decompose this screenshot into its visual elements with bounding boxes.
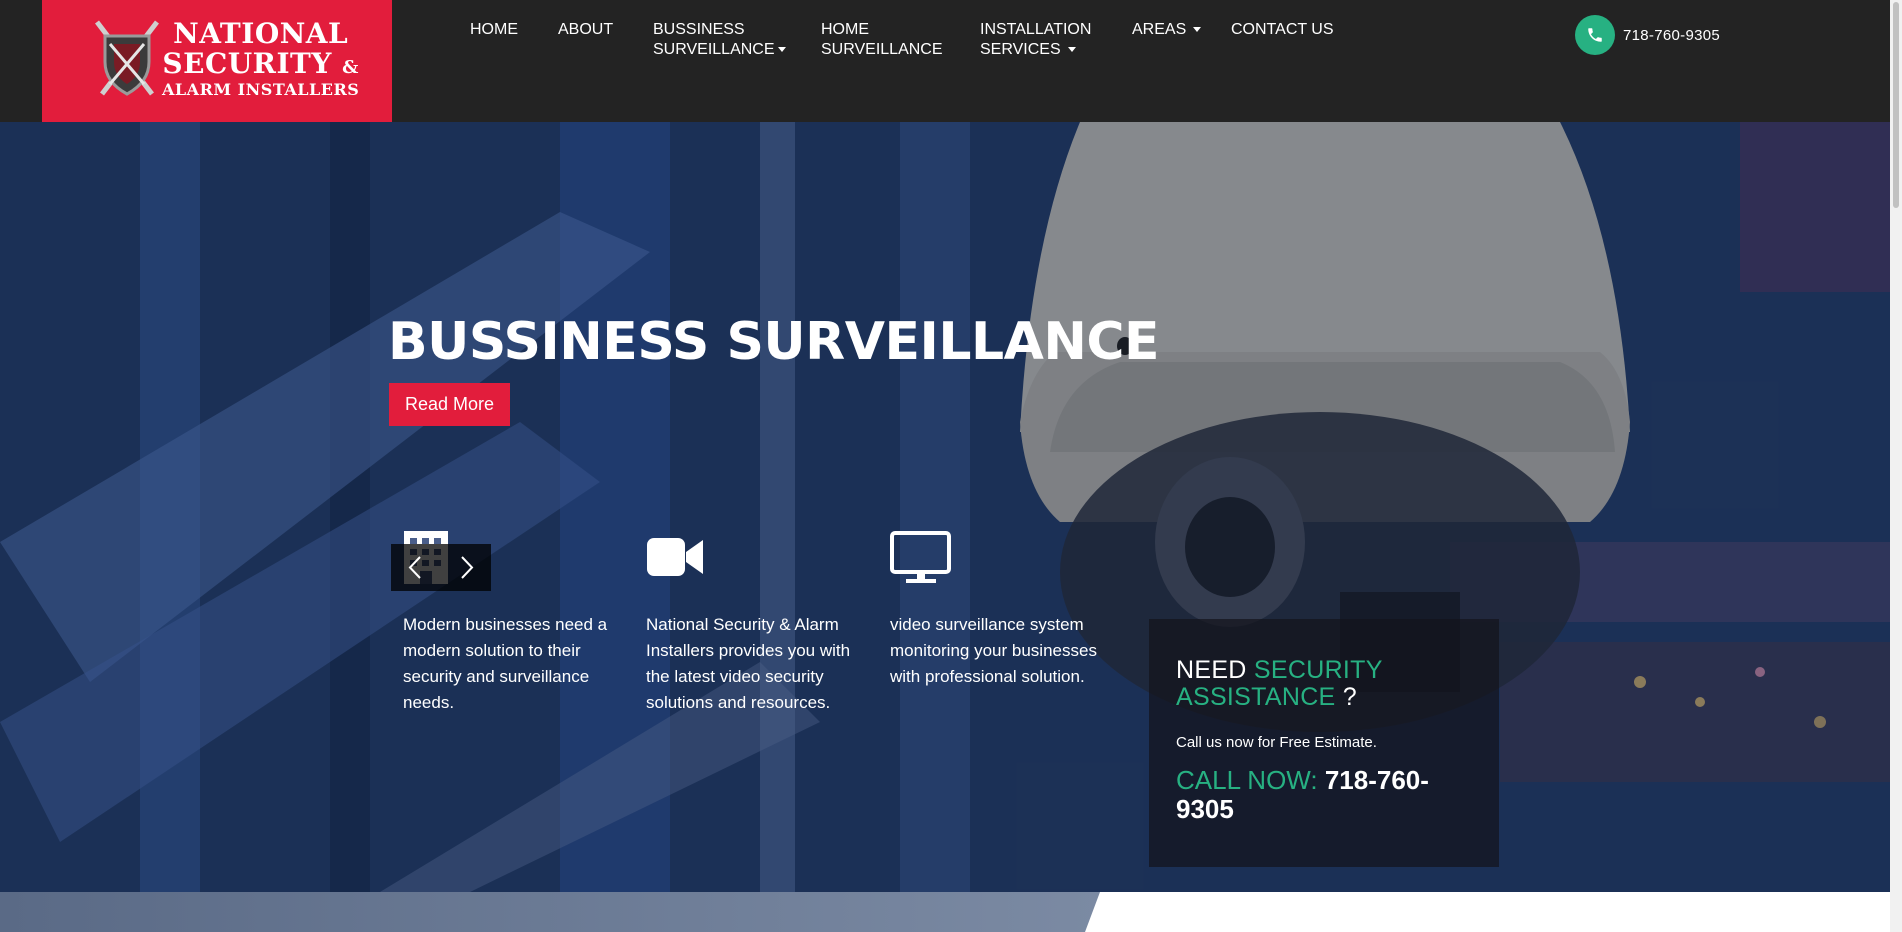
phone-icon xyxy=(1575,15,1615,55)
chevron-right-icon xyxy=(461,556,474,579)
feature-video-text: National Security & Alarm Installers pro… xyxy=(646,615,851,712)
chevron-down-icon xyxy=(777,47,786,53)
cta-heading-assistance: ASSISTANCE xyxy=(1176,683,1336,711)
chevron-down-icon xyxy=(1193,27,1202,33)
site-header: NATIONAL SECURITY & ALARM INSTALLERS HOM… xyxy=(0,0,1902,122)
header-phone-number: 718-760-9305 xyxy=(1623,27,1721,44)
nav-home-surveillance-label-1: HOME xyxy=(821,21,869,38)
nav-home-surveillance-label-2: SURVEILLANCE xyxy=(821,41,943,58)
feature-monitoring: video surveillance system monitoring you… xyxy=(890,530,1105,690)
brand-logo[interactable]: NATIONAL SECURITY & ALARM INSTALLERS xyxy=(42,0,392,122)
chevron-down-icon xyxy=(1067,47,1076,53)
nav-about-label: ABOUT xyxy=(558,21,614,38)
nav-about[interactable]: ABOUT xyxy=(558,20,613,40)
cta-call-label: CALL NOW: xyxy=(1176,765,1318,795)
cta-subtitle: Call us now for Free Estimate. xyxy=(1176,734,1377,751)
video-camera-icon xyxy=(647,538,703,576)
feature-video: National Security & Alarm Installers pro… xyxy=(646,530,861,716)
feature-business-text: Modern businesses need a modern solution… xyxy=(403,615,608,712)
brand-ampersand: & xyxy=(342,57,359,78)
nav-installation-services-label-1: INSTALLATION xyxy=(980,21,1092,38)
brand-line-2: SECURITY & xyxy=(162,50,359,78)
nav-areas-label: AREAS xyxy=(1132,21,1187,38)
scrollbar-thumb[interactable] xyxy=(1893,2,1899,208)
next-section xyxy=(0,892,1890,932)
nav-business-surveillance[interactable]: BUSSINESS SURVEILLANCE xyxy=(653,20,786,60)
hero-overlay xyxy=(0,122,1890,892)
hero-slider: BUSSINESS SURVEILLANCE Read More Modern … xyxy=(0,122,1890,892)
nav-contact-us-label: CONTACT US xyxy=(1231,21,1334,38)
hero-title: BUSSINESS SURVEILLANCE xyxy=(388,312,1160,372)
shield-swords-icon xyxy=(95,20,159,96)
page-scrollbar[interactable] xyxy=(1890,0,1902,932)
nav-areas[interactable]: AREAS xyxy=(1132,20,1202,40)
nav-home-label: HOME xyxy=(470,21,518,38)
read-more-button[interactable]: Read More xyxy=(389,383,510,426)
cta-box: NEED SECURITY ASSISTANCE ? Call us now f… xyxy=(1149,619,1499,867)
nav-home[interactable]: HOME xyxy=(470,20,518,40)
next-section-image xyxy=(0,892,1100,932)
nav-business-surveillance-label-2: SURVEILLANCE xyxy=(653,41,775,58)
cta-call-now[interactable]: CALL NOW: 718-760-9305 xyxy=(1176,766,1476,824)
nav-installation-services-label-2: SERVICES xyxy=(980,41,1061,58)
nav-installation-services[interactable]: INSTALLATION SERVICES xyxy=(980,20,1091,60)
nav-contact-us[interactable]: CONTACT US xyxy=(1231,20,1334,40)
brand-name: NATIONAL SECURITY & ALARM INSTALLERS xyxy=(162,20,359,98)
slider-controls xyxy=(391,544,491,591)
brand-line-1: NATIONAL xyxy=(173,17,349,50)
slider-prev-button[interactable] xyxy=(391,544,441,591)
cta-heading: NEED SECURITY ASSISTANCE ? xyxy=(1176,657,1476,711)
chevron-left-icon xyxy=(408,556,421,579)
cta-heading-need: NEED xyxy=(1176,656,1247,684)
cta-heading-question: ? xyxy=(1342,683,1357,711)
brand-line-2-text: SECURITY xyxy=(162,47,332,80)
brand-line-3: ALARM INSTALLERS xyxy=(162,80,360,99)
monitor-icon xyxy=(890,531,951,583)
slider-next-button[interactable] xyxy=(441,544,491,591)
feature-monitoring-text: video surveillance system monitoring you… xyxy=(890,615,1097,686)
nav-home-surveillance[interactable]: HOME SURVEILLANCE xyxy=(821,20,943,60)
nav-business-surveillance-label-1: BUSSINESS xyxy=(653,21,745,38)
cta-heading-security: SECURITY xyxy=(1253,656,1383,684)
